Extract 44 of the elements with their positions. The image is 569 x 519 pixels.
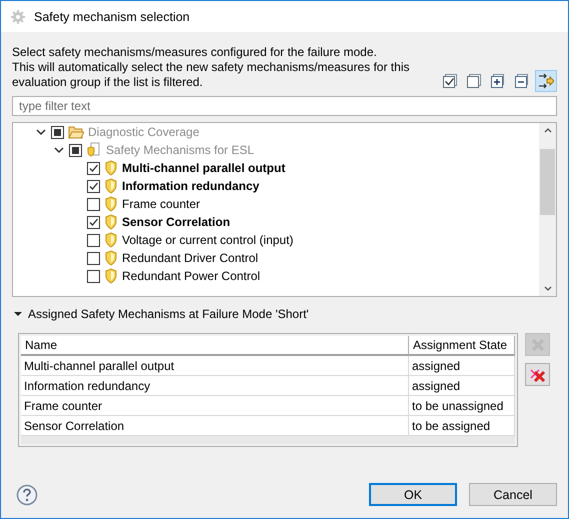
filter-field[interactable]: type filter text xyxy=(12,96,557,116)
horizontal-scrollbar[interactable] xyxy=(21,436,515,444)
shield-icon xyxy=(104,196,118,212)
checkbox[interactable] xyxy=(87,252,100,264)
tree-item[interactable]: Redundant Driver Control xyxy=(122,251,258,265)
window-title: Safety mechanism selection xyxy=(34,10,190,24)
filter-toggle-button[interactable] xyxy=(535,70,557,92)
checkbox[interactable] xyxy=(51,126,64,138)
scroll-down-icon[interactable] xyxy=(544,286,552,292)
chevron-icon[interactable] xyxy=(36,127,46,137)
shield-icon xyxy=(104,178,118,194)
shield-icon xyxy=(104,268,118,284)
document-shield-icon xyxy=(86,142,102,158)
gear-icon xyxy=(10,8,26,24)
shield-icon xyxy=(104,214,118,230)
shield-icon xyxy=(104,160,118,176)
description-text: Select safety mechanisms/measures configured for the failure mode. xyxy=(12,45,378,60)
collapse-triangle-icon[interactable] xyxy=(14,310,22,318)
tree-item[interactable]: Frame counter xyxy=(122,197,200,211)
checkbox[interactable] xyxy=(87,162,100,174)
shield-icon xyxy=(104,232,118,248)
chevron-icon[interactable] xyxy=(54,145,64,155)
tree-item[interactable]: Multi-channel parallel output xyxy=(122,161,286,175)
scroll-up-icon[interactable] xyxy=(544,127,552,133)
cancel-button[interactable]: Cancel xyxy=(469,483,557,506)
scrollbar-thumb[interactable] xyxy=(540,149,555,215)
checkbox[interactable] xyxy=(87,198,100,210)
tree-item[interactable]: Voltage or current control (input) xyxy=(122,233,294,247)
help-icon[interactable] xyxy=(16,484,38,506)
shield-icon xyxy=(104,250,118,266)
checkbox[interactable] xyxy=(87,180,100,192)
tree-item[interactable]: Sensor Correlation xyxy=(122,215,230,229)
checkbox[interactable] xyxy=(69,144,82,156)
description-text: This will automatically select the new safety mechanisms/measures for this evaluation group if the list is filtered. xyxy=(12,60,410,90)
folder-icon xyxy=(68,125,84,139)
section-title: Assigned Safety Mechanisms at Failure Mode 'Short' xyxy=(28,307,309,321)
checkbox[interactable] xyxy=(87,234,100,246)
tree-item[interactable]: Information redundancy xyxy=(122,179,260,193)
remove-all-button[interactable] xyxy=(525,363,550,386)
checkbox[interactable] xyxy=(87,216,100,228)
tree-item[interactable]: Redundant Power Control xyxy=(122,269,260,283)
checkbox[interactable] xyxy=(87,270,100,282)
double-cross-icon xyxy=(530,366,546,382)
ok-button[interactable]: OK xyxy=(369,483,457,506)
